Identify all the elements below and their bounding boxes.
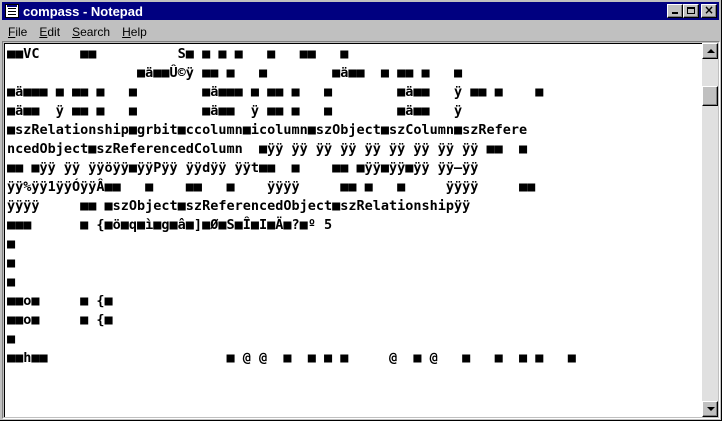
minimize-button[interactable] bbox=[667, 4, 683, 18]
minimize-icon bbox=[672, 12, 678, 14]
text-line: ■■■ ■ {■ö■q■ì■g■â■]■Ø■S■Î■I■Ä■?■º 5 bbox=[7, 217, 333, 233]
close-button[interactable]: × bbox=[701, 3, 717, 18]
down-arrow-icon bbox=[707, 407, 715, 411]
text-line: ■■ ■ÿÿ ÿÿ ÿÿöÿÿ■ÿÿPÿÿ ÿÿdÿÿ ÿÿt■■ ■ ■■ ■… bbox=[7, 160, 479, 176]
menu-help-label: elp bbox=[130, 24, 147, 39]
text-line: ■■h■■ ■ @ @ ■ ■ ■ ■ @ ■ @ ■ ■ ■ ■ ■ bbox=[7, 350, 576, 366]
text-line: ■■o■ ■ {■ bbox=[7, 293, 113, 309]
text-line: ■ bbox=[7, 331, 16, 347]
maximize-button[interactable] bbox=[683, 4, 699, 18]
vertical-scrollbar[interactable] bbox=[702, 43, 718, 417]
up-arrow-icon bbox=[707, 49, 715, 53]
menu-file[interactable]: File bbox=[2, 25, 33, 39]
menu-edit[interactable]: Edit bbox=[33, 25, 66, 39]
text-line: ■szRelationship■grbit■ccolumn■icolumn■sz… bbox=[7, 122, 528, 138]
scroll-thumb[interactable] bbox=[702, 86, 718, 106]
window-controls: × bbox=[667, 3, 717, 18]
menu-search[interactable]: Search bbox=[66, 25, 116, 39]
scroll-up-button[interactable] bbox=[702, 43, 718, 59]
menu-help-mnemonic: H bbox=[122, 24, 131, 39]
text-line: ■ bbox=[7, 255, 16, 271]
window-title: compass - Notepad bbox=[23, 3, 143, 19]
menu-search-mnemonic: S bbox=[72, 24, 81, 39]
text-line: ■■VC ■■ S■ ■ ■ ■ ■ ■■ ■ bbox=[7, 46, 349, 62]
text-editor[interactable]: ■■VC ■■ S■ ■ ■ ■ ■ ■■ ■ ■ä■■Û©ÿ ■■ ■ ■ ■… bbox=[4, 43, 702, 417]
text-line: ■■o■ ■ {■ bbox=[7, 312, 113, 328]
menu-bar: File Edit Search Help bbox=[2, 22, 719, 41]
menu-search-label: earch bbox=[80, 24, 111, 39]
text-line: ncedObject■szReferencedColumn ■ÿÿ ÿÿ ÿÿ … bbox=[7, 141, 528, 157]
text-line: ■ä■■ ÿ ■■ ■ ■ ■ä■■ ÿ ■■ ■ ■ ■ä■■ ÿ bbox=[7, 103, 463, 119]
text-line: ■ä■■■ ■ ■■ ■ ■ ■ä■■■ ■ ■■ ■ ■ ■ä■■ ÿ ■■ … bbox=[7, 84, 544, 100]
text-line: ÿÿÿÿ ■■ ■szObject■szReferencedObject■szR… bbox=[7, 198, 471, 214]
text-line: ■ bbox=[7, 236, 16, 252]
notepad-window: compass - Notepad × File Edit Search Hel… bbox=[0, 0, 722, 421]
title-bar[interactable]: compass - Notepad × bbox=[2, 2, 719, 20]
maximize-icon bbox=[687, 7, 695, 14]
menu-edit-label: dit bbox=[47, 24, 61, 39]
menu-help[interactable]: Help bbox=[116, 25, 153, 39]
menu-file-label: ile bbox=[15, 24, 28, 39]
scroll-down-button[interactable] bbox=[702, 401, 718, 417]
notepad-icon[interactable] bbox=[5, 4, 19, 18]
client-area: ■■VC ■■ S■ ■ ■ ■ ■ ■■ ■ ■ä■■Û©ÿ ■■ ■ ■ ■… bbox=[2, 41, 720, 419]
text-line: ■ä■■Û©ÿ ■■ ■ ■ ■ä■■ ■ ■■ ■ ■ bbox=[7, 65, 463, 81]
text-line: ÿÿ%ÿÿ1ÿÿÓÿÿÂ■■ ■ ■■ ■ ÿÿÿÿ ■■ ■ ■ ÿÿÿÿ ■… bbox=[7, 179, 536, 195]
close-icon: × bbox=[703, 3, 715, 17]
text-line: ■ bbox=[7, 274, 16, 290]
